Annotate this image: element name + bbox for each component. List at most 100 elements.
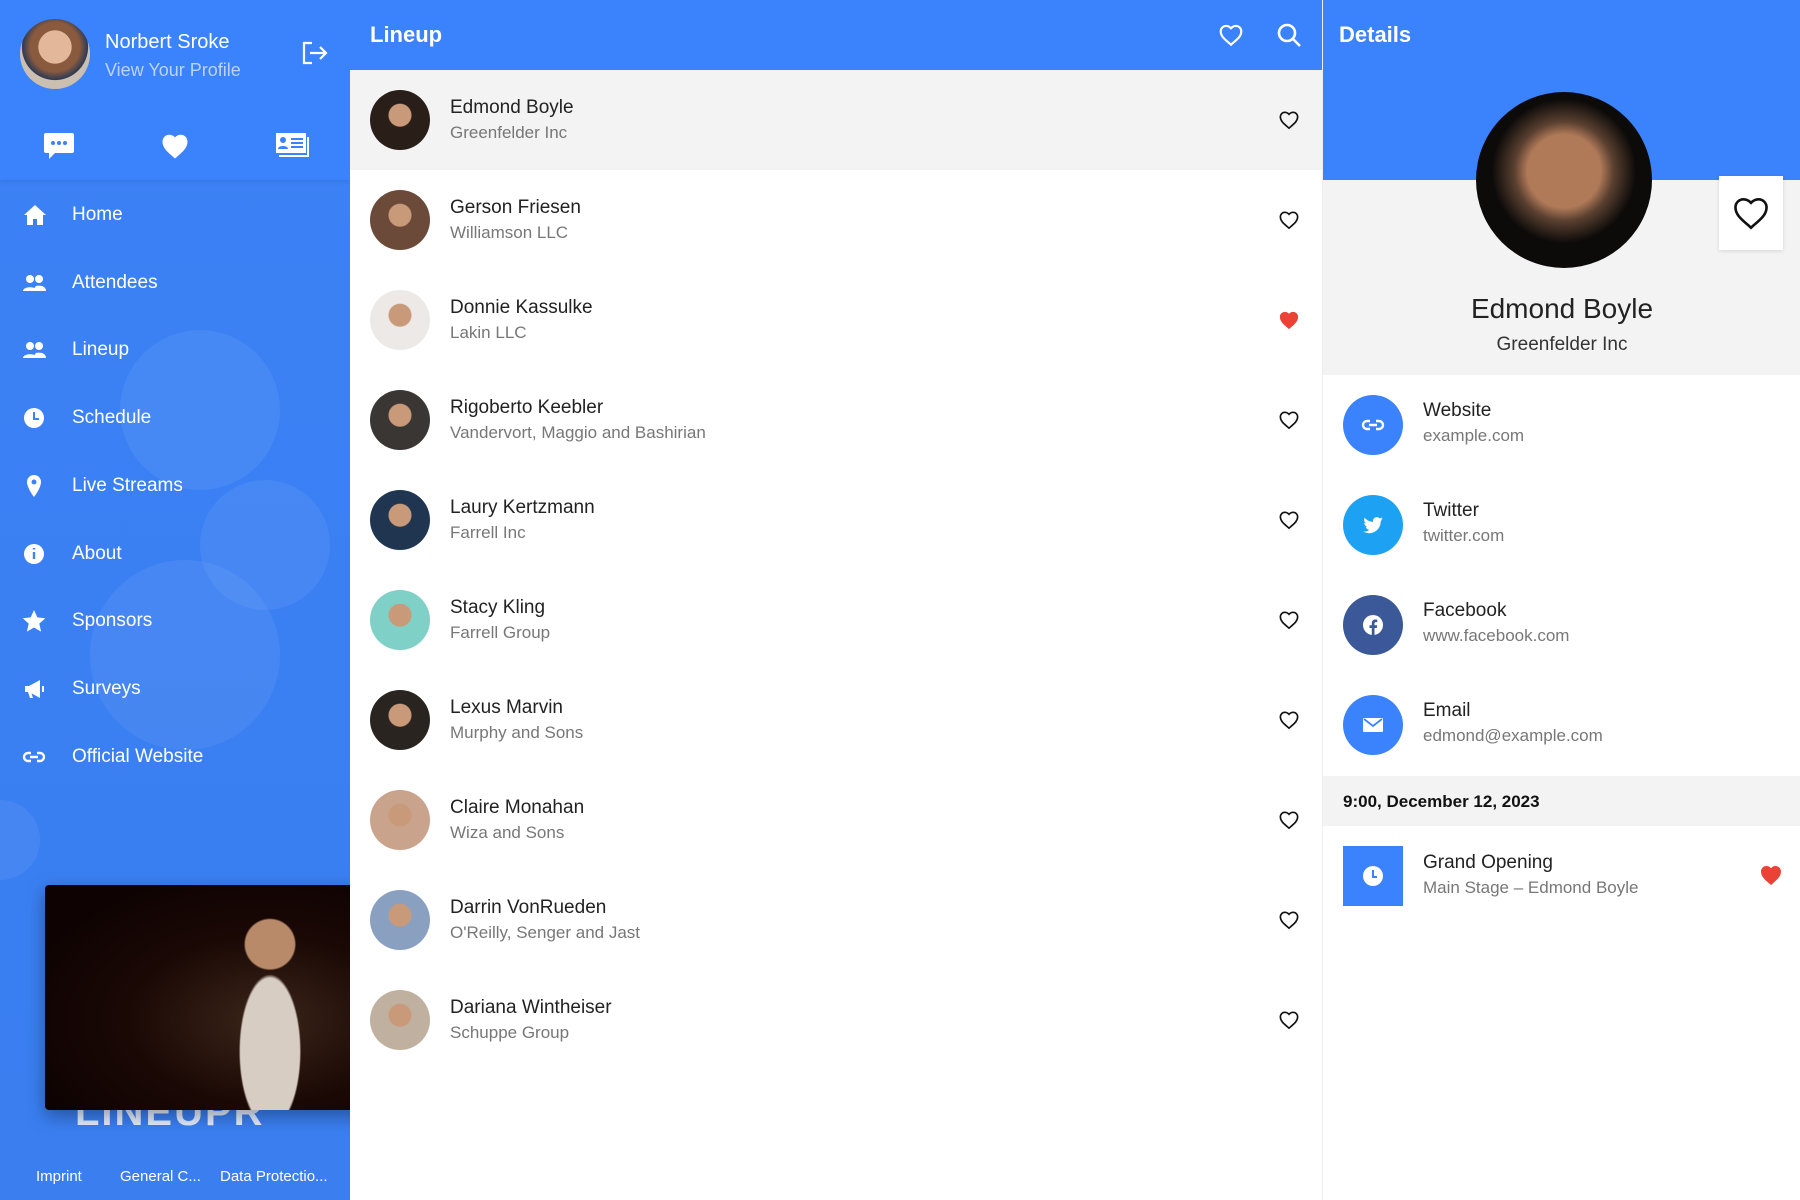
session-favorite-icon[interactable] <box>1759 864 1783 891</box>
speaker <box>215 915 325 1110</box>
speaker-name: Rigoberto Keebler <box>450 397 604 418</box>
speaker-company: Schuppe Group <box>450 1023 570 1042</box>
map-pin-icon <box>18 474 52 498</box>
users-icon <box>18 338 52 362</box>
sidebar-item-label: Lineup <box>72 339 130 361</box>
sidebar-item-lineup[interactable]: Lineup <box>0 320 350 380</box>
heart-outline-icon[interactable] <box>1278 910 1300 935</box>
lineup-list-item[interactable]: Dariana Wintheiser Schuppe Group <box>350 970 1322 1070</box>
speaker-avatar <box>370 90 430 150</box>
lineup-list-item[interactable]: Lexus Marvin Murphy and Sons <box>350 670 1322 770</box>
heart-filled-icon[interactable] <box>1278 310 1300 335</box>
clock-icon <box>1343 846 1403 906</box>
lineup-panel: Lineup Edmond Boyle Greenfelder Inc Gers… <box>350 0 1322 1200</box>
sidebar-item-label: Surveys <box>72 677 141 699</box>
link-label: Facebook <box>1423 600 1507 621</box>
lineup-list-item[interactable]: Donnie Kassulke Lakin LLC <box>350 270 1322 370</box>
footer-link-imprint[interactable]: Imprint <box>36 1168 82 1185</box>
home-icon <box>18 203 52 227</box>
session-item[interactable]: Grand Opening Main Stage – Edmond Boyle <box>1323 846 1800 906</box>
speaker-avatar <box>370 890 430 950</box>
clock-icon <box>18 406 52 430</box>
lineup-list-item[interactable]: Stacy Kling Farrell Group <box>350 570 1322 670</box>
lineup-list-item[interactable]: Edmond Boyle Greenfelder Inc <box>350 70 1322 170</box>
sidebar-item-label: Schedule <box>72 407 152 429</box>
sidebar: Norbert Sroke View Your Profile Home Atte… <box>0 0 350 1200</box>
speaker-name: Edmond Boyle <box>1470 293 1654 324</box>
mail-icon <box>1343 695 1403 755</box>
heart-outline-icon[interactable] <box>1278 810 1300 835</box>
logout-icon[interactable] <box>300 40 328 71</box>
footer-link-general-conditions[interactable]: General C... <box>120 1168 201 1185</box>
heart-outline-icon[interactable] <box>1278 710 1300 735</box>
link-icon <box>1343 395 1403 455</box>
speaker-company: Murphy and Sons <box>450 723 584 742</box>
sidebar-item-home[interactable]: Home <box>0 185 350 245</box>
user-avatar[interactable] <box>20 19 90 89</box>
view-profile-link[interactable]: View Your Profile <box>105 60 241 81</box>
details-panel: Details Edmond Boyle Greenfelder Inc Web… <box>1322 0 1800 1200</box>
link-value: www.facebook.com <box>1423 626 1570 645</box>
sidebar-item-official-website[interactable]: Official Website <box>0 727 350 787</box>
chat-icon[interactable] <box>43 132 75 167</box>
speaker-name: Edmond Boyle <box>450 97 574 118</box>
link-value: example.com <box>1423 426 1525 445</box>
link-label: Website <box>1423 400 1492 421</box>
lineup-list-item[interactable]: Rigoberto Keebler Vandervort, Maggio and… <box>350 370 1322 470</box>
heart-outline-icon[interactable] <box>1278 110 1300 135</box>
sidebar-item-sponsors[interactable]: Sponsors <box>0 591 350 651</box>
lineup-list-item[interactable]: Gerson Friesen Williamson LLC <box>350 170 1322 270</box>
link-facebook[interactable]: Facebook www.facebook.com <box>1323 575 1800 675</box>
heart-outline-icon[interactable] <box>1278 410 1300 435</box>
heart-outline-icon[interactable] <box>1278 210 1300 235</box>
link-website[interactable]: Website example.com <box>1323 375 1800 475</box>
link-email[interactable]: Email edmond@example.com <box>1323 675 1800 775</box>
heart-outline-icon[interactable] <box>1278 510 1300 535</box>
details-title: Details <box>1339 22 1412 47</box>
sidebar-item-label: About <box>72 542 122 564</box>
speaker-name: Gerson Friesen <box>450 197 581 218</box>
info-icon <box>18 542 52 566</box>
speaker-avatar <box>370 790 430 850</box>
id-card-icon[interactable] <box>275 132 309 163</box>
search-icon[interactable] <box>1276 22 1302 53</box>
speaker-avatar <box>370 990 430 1050</box>
speaker-company: Williamson LLC <box>450 223 569 242</box>
speaker-company: O'Reilly, Senger and Jast <box>450 923 641 942</box>
speaker-avatar <box>370 290 430 350</box>
lineup-list-item[interactable]: Laury Kertzmann Farrell Inc <box>350 470 1322 570</box>
sidebar-item-schedule[interactable]: Schedule <box>0 388 350 448</box>
speaker-company: Farrell Inc <box>450 523 526 542</box>
speaker-name: Lexus Marvin <box>450 697 563 718</box>
speaker-name: Darrin VonRueden <box>450 897 607 918</box>
sidebar-item-about[interactable]: About <box>0 524 350 584</box>
live-stream-video[interactable] <box>45 885 350 1110</box>
lineup-header: Lineup <box>350 0 1322 70</box>
sidebar-item-surveys[interactable]: Surveys <box>0 659 350 719</box>
heart-outline-icon[interactable] <box>1278 1010 1300 1035</box>
lineup-list-item[interactable]: Claire Monahan Wiza and Sons <box>350 770 1322 870</box>
speaker-company: Wiza and Sons <box>450 823 565 842</box>
users-icon <box>18 271 52 295</box>
footer-link-data-protection[interactable]: Data Protectio... <box>220 1168 328 1185</box>
speaker-avatar <box>370 690 430 750</box>
sidebar-item-label: Sponsors <box>72 610 153 632</box>
speaker-name: Stacy Kling <box>450 597 546 618</box>
lineup-list-item[interactable]: Darrin VonRueden O'Reilly, Senger and Ja… <box>350 870 1322 970</box>
speaker-avatar <box>370 590 430 650</box>
user-name[interactable]: Norbert Sroke <box>105 31 230 54</box>
sidebar-item-attendees[interactable]: Attendees <box>0 253 350 313</box>
profile-header: Norbert Sroke View Your Profile <box>0 0 350 180</box>
favorites-filter-icon[interactable] <box>1218 23 1244 52</box>
heart-outline-icon[interactable] <box>1278 610 1300 635</box>
heart-outline-icon <box>1734 197 1768 230</box>
link-label: Twitter <box>1423 500 1479 521</box>
star-icon <box>18 609 52 633</box>
speaker-name: Donnie Kassulke <box>450 297 593 318</box>
link-icon <box>18 745 52 769</box>
sidebar-item-label: Attendees <box>72 271 158 293</box>
favorite-button[interactable] <box>1719 176 1783 250</box>
link-twitter[interactable]: Twitter twitter.com <box>1323 475 1800 575</box>
heart-icon[interactable] <box>160 132 190 165</box>
sidebar-item-live-streams[interactable]: Live Streams <box>0 456 350 516</box>
